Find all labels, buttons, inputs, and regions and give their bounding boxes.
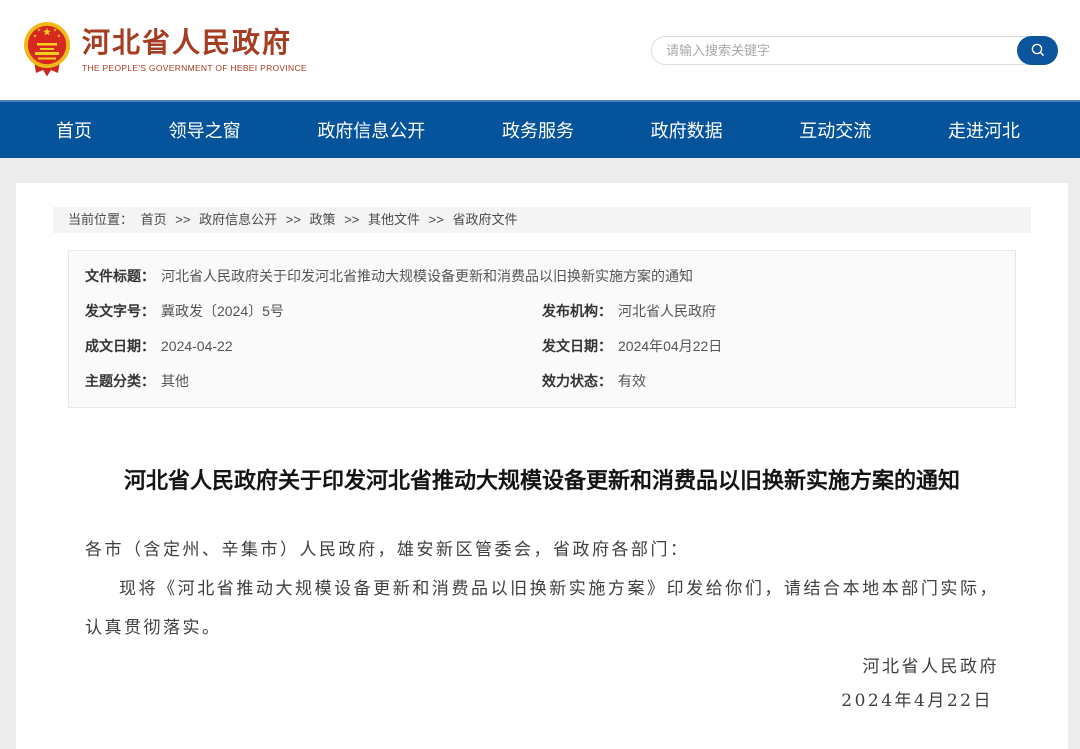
meta-label-doc-number: 发文字号： [85,302,155,321]
nav-item-home[interactable]: 首页 [56,117,92,143]
meta-value-validity-status: 有效 [618,372,646,391]
nav-item-interaction[interactable]: 互动交流 [799,117,871,143]
meta-label-topic-category: 主题分类： [85,372,155,391]
content-panel: 当前位置： 首页 >> 政府信息公开 >> 政策 >> 其他文件 >> 省政府文… [16,183,1068,749]
meta-value-issuing-agency: 河北省人民政府 [618,302,716,321]
search-icon [1030,42,1046,58]
meta-label-issue-date: 发文日期： [542,337,612,356]
meta-label-doc-title: 文件标题： [85,267,155,286]
breadcrumb-link-policy[interactable]: 政策 [310,212,336,227]
breadcrumb-label: 当前位置： [68,212,133,227]
site-title: 河北省人民政府 [82,28,307,58]
breadcrumb-separator: >> [286,212,301,227]
search-input[interactable] [652,38,1057,63]
meta-row-number-agency: 发文字号： 冀政发〔2024〕5号 发布机构： 河北省人民政府 [85,294,999,329]
doc-meta-box: 文件标题： 河北省人民政府关于印发河北省推动大规模设备更新和消费品以旧换新实施方… [68,250,1016,408]
article-body: 各市（含定州、辛集市）人民政府，雄安新区管委会，省政府各部门： 现将《河北省推动… [85,531,999,718]
breadcrumb-separator: >> [175,212,190,227]
breadcrumb-separator: >> [429,212,444,227]
breadcrumb: 当前位置： 首页 >> 政府信息公开 >> 政策 >> 其他文件 >> 省政府文… [53,207,1031,233]
signature-block: 河北省人民政府 2024年4月22日 [85,650,999,718]
breadcrumb-link-home[interactable]: 首页 [141,212,167,227]
article-title: 河北省人民政府关于印发河北省推动大规模设备更新和消费品以旧换新实施方案的通知 [77,464,1007,497]
site-subtitle: THE PEOPLE'S GOVERNMENT OF HEBEI PROVINC… [82,63,307,73]
meta-value-doc-number: 冀政发〔2024〕5号 [161,302,284,321]
meta-value-issue-date: 2024年04月22日 [618,337,722,356]
meta-row-title: 文件标题： 河北省人民政府关于印发河北省推动大规模设备更新和消费品以旧换新实施方… [85,259,999,294]
site-logo-link[interactable]: 河北省人民政府 THE PEOPLE'S GOVERNMENT OF HEBEI… [22,21,307,79]
main-nav: 首页 领导之窗 政府信息公开 政务服务 政府数据 互动交流 走进河北 [0,100,1080,158]
meta-value-topic-category: 其他 [161,372,189,391]
meta-row-dates: 成文日期： 2024-04-22 发文日期： 2024年04月22日 [85,329,999,364]
nav-item-info-disclosure[interactable]: 政府信息公开 [317,117,425,143]
search-button[interactable] [1017,36,1058,65]
nav-item-gov-services[interactable]: 政务服务 [502,117,574,143]
nav-item-gov-data[interactable]: 政府数据 [651,117,723,143]
meta-value-written-date: 2024-04-22 [161,337,233,356]
article-paragraph-salutation: 各市（含定州、辛集市）人民政府，雄安新区管委会，省政府各部门： [85,531,999,570]
breadcrumb-link-other-documents[interactable]: 其他文件 [368,212,420,227]
meta-row-category-status: 主题分类： 其他 效力状态： 有效 [85,364,999,399]
breadcrumb-link-provincial-documents[interactable]: 省政府文件 [452,212,517,227]
breadcrumb-separator: >> [344,212,359,227]
signature-org: 河北省人民政府 [85,650,999,684]
meta-label-validity-status: 效力状态： [542,372,612,391]
article-paragraph-main: 现将《河北省推动大规模设备更新和消费品以旧换新实施方案》印发给你们，请结合本地本… [85,570,999,648]
meta-value-doc-title: 河北省人民政府关于印发河北省推动大规模设备更新和消费品以旧换新实施方案的通知 [161,267,693,286]
nav-item-leaders[interactable]: 领导之窗 [169,117,241,143]
search-box [651,36,1058,65]
national-emblem-icon [22,21,72,79]
meta-label-issuing-agency: 发布机构： [542,302,612,321]
nav-item-about-hebei[interactable]: 走进河北 [948,117,1020,143]
site-header: 河北省人民政府 THE PEOPLE'S GOVERNMENT OF HEBEI… [0,0,1080,100]
meta-label-written-date: 成文日期： [85,337,155,356]
breadcrumb-link-info-disclosure[interactable]: 政府信息公开 [199,212,277,227]
signature-date: 2024年4月22日 [85,684,999,718]
